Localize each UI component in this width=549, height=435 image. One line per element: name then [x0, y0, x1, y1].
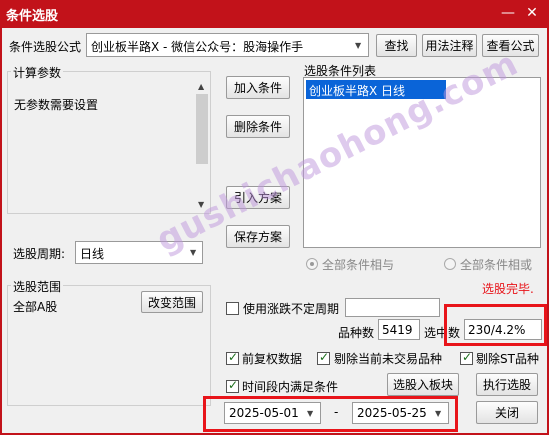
scroll-thumb[interactable] [196, 94, 208, 164]
minimize-button[interactable]: — [498, 3, 518, 23]
find-button[interactable]: 查找 [376, 34, 417, 57]
exclude-no-trade-label: 剔除当前未交易品种 [334, 352, 443, 366]
chevron-down-icon: ▼ [355, 41, 362, 50]
exclude-no-trade-checkbox[interactable] [317, 350, 330, 365]
forward-adj-checkbox[interactable] [226, 350, 239, 365]
period-value: 日线 [80, 247, 105, 261]
add-condition-button[interactable]: 加入条件 [226, 76, 290, 99]
formula-label: 条件选股公式 [9, 40, 82, 54]
scope-value: 全部A股 [13, 300, 58, 314]
title-bar: 条件选股 — ✕ [0, 0, 549, 28]
usage-notes-button[interactable]: 用法注释 [422, 34, 477, 57]
scroll-up-icon[interactable]: ▲ [198, 82, 204, 91]
count-label: 品种数 [338, 326, 375, 340]
close-button[interactable]: 关闭 [476, 401, 538, 424]
formula-select[interactable]: 创业板半路X - 微信公众号：股海操作手 ▼ [86, 33, 369, 57]
condition-item-label: 创业板半路X 日线 [309, 84, 406, 98]
time-range-checkbox[interactable] [226, 378, 239, 393]
or-label: 全部条件相或 [460, 258, 533, 272]
exclude-st-label: 剔除ST品种 [476, 352, 539, 366]
date-highlight-box [203, 396, 458, 432]
exclude-st-checkbox[interactable] [460, 350, 473, 365]
period-label: 选股周期: [13, 247, 66, 261]
add-to-block-button[interactable]: 选股入板块 [387, 373, 459, 396]
change-scope-button[interactable]: 改变范围 [141, 291, 203, 313]
chevron-down-icon: ▼ [190, 248, 197, 257]
count-field: 5419 [378, 319, 420, 340]
params-title: 计算参数 [11, 64, 64, 81]
scope-title: 选股范围 [11, 278, 64, 295]
window-title: 条件选股 [6, 9, 59, 24]
period-days-input[interactable] [345, 298, 440, 317]
forward-adj-label: 前复权数据 [242, 352, 303, 366]
count-value: 5419 [382, 323, 413, 337]
time-range-label: 时间段内满足条件 [242, 380, 339, 394]
and-label: 全部条件相与 [322, 258, 395, 272]
or-radio[interactable] [444, 258, 456, 270]
status-text: 选股完毕. [482, 282, 534, 296]
save-scheme-button[interactable]: 保存方案 [226, 225, 290, 248]
close-window-button[interactable]: ✕ [522, 3, 542, 23]
variable-period-checkbox[interactable] [226, 302, 239, 315]
params-scrollbar[interactable]: ▲ ▼ [195, 80, 209, 212]
params-text: 无参数需要设置 [14, 98, 99, 112]
delete-condition-button[interactable]: 删除条件 [226, 115, 290, 138]
variable-period-label: 使用涨跌不定周期 [243, 302, 340, 316]
and-radio[interactable] [306, 258, 318, 270]
highlight-box [444, 304, 547, 346]
formula-value: 创业板半路X - 微信公众号：股海操作手 [91, 40, 304, 54]
execute-button[interactable]: 执行选股 [476, 373, 538, 396]
params-group [7, 71, 211, 214]
